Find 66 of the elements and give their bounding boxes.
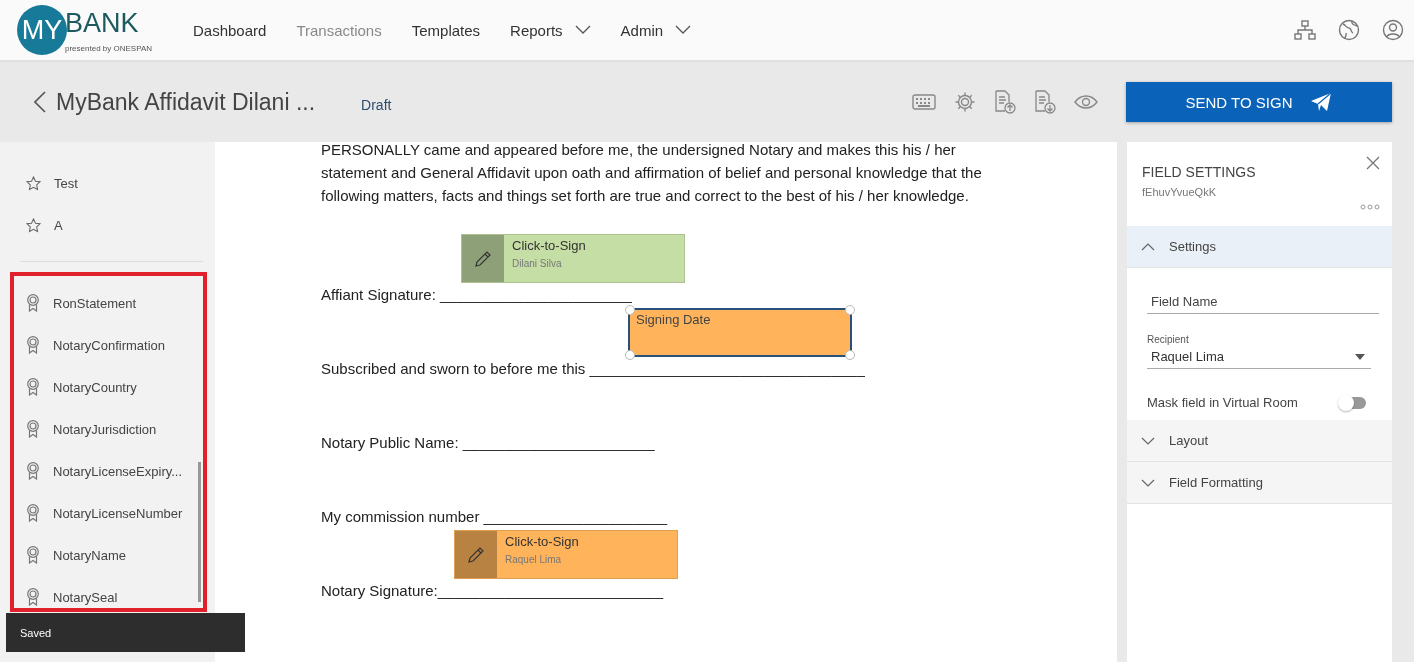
settings-icon[interactable]	[954, 91, 976, 113]
document-line: Affiant Signature: _______________________	[321, 286, 632, 303]
field-item[interactable]: NotaryCountry	[53, 379, 137, 395]
recipient-label: Recipient	[1147, 334, 1190, 345]
field-item[interactable]: NotaryLicenseNumber	[53, 505, 183, 521]
chevron-icon	[1141, 242, 1155, 251]
document-line: My commission number ______________________	[321, 508, 668, 525]
nav-link[interactable]: Dashboard	[193, 21, 267, 39]
section-header[interactable]: Field Formatting	[1127, 462, 1392, 504]
user-icon[interactable]	[1382, 19, 1404, 41]
document-paragraph: PERSONALLY came and appeared before me, the undersigned Notary and makes this his / her statement and General Affidavit upon oath and affirmation of belief and personal knowledge that the following matters, facts and things set forth are true and correct to the best of his / her knowledge.	[321, 142, 983, 206]
document-upload-icon[interactable]	[994, 90, 1016, 114]
caret-icon[interactable]	[675, 25, 692, 35]
document-line: Subscribed and sworn to before me this _________________________________	[321, 360, 865, 377]
field-item[interactable]: NotaryLicenseExpiry...	[53, 463, 183, 479]
logo: MYBANK presented by ONESPAN	[17, 4, 167, 56]
transaction-title: MyBank Affidavit Dilani ...	[56, 88, 316, 116]
close-icon[interactable]	[1366, 156, 1380, 170]
eye-icon[interactable]	[1074, 95, 1098, 109]
recipient-dropdown[interactable]: Raquel Lima	[1147, 345, 1371, 369]
document-line: Notary Public Name: _______________________	[321, 434, 655, 451]
field-item[interactable]: NotarySeal	[53, 589, 118, 605]
star-icon	[26, 175, 41, 191]
ribbon-icon	[26, 504, 40, 522]
ribbon-icon	[26, 336, 40, 354]
field-id: fEhuvYvueQkK	[1142, 186, 1217, 198]
sitemap-icon[interactable]	[1294, 20, 1316, 40]
favorite-item[interactable]: Test	[54, 175, 78, 191]
ribbon-icon	[26, 420, 40, 438]
field-item[interactable]: NotaryJurisdiction	[53, 421, 157, 437]
saved-toast: Saved	[6, 613, 245, 652]
signature-field[interactable]: Click-to-Sign Dilani Silva	[461, 234, 685, 283]
star-icon	[26, 217, 41, 233]
status-label: Draft	[361, 97, 392, 113]
document-download-icon[interactable]	[1034, 90, 1056, 114]
more-icon[interactable]	[1360, 204, 1380, 210]
date-field[interactable]: Signing Date	[628, 308, 852, 357]
nav-link[interactable]: Templates	[411, 21, 481, 39]
panel-title: FIELD SETTINGS	[1142, 164, 1256, 180]
document-line: Notary Signature:___________________________	[321, 582, 663, 599]
field-item[interactable]: RonStatement	[53, 295, 137, 311]
send-to-sign-button[interactable]: SEND TO SIGN	[1126, 82, 1392, 122]
field-item[interactable]: NotaryConfirmation	[53, 337, 165, 353]
nav-link[interactable]: Reports	[510, 21, 591, 39]
nav-link[interactable]: Transactions	[296, 21, 382, 39]
back-icon[interactable]	[34, 91, 46, 113]
mask-toggle[interactable]	[1340, 396, 1366, 409]
dropdown-arrow-icon	[1355, 353, 1365, 360]
field-item[interactable]: NotaryName	[53, 547, 126, 563]
chevron-icon	[1141, 478, 1155, 487]
ribbon-icon	[26, 588, 40, 606]
section-header[interactable]: Settings	[1127, 226, 1392, 268]
paper-plane-icon	[1310, 92, 1333, 112]
mask-label: Mask field in Virtual Room	[1147, 395, 1298, 410]
favorite-item[interactable]: A	[54, 217, 63, 233]
nav-link[interactable]: Admin	[620, 21, 692, 39]
globe-icon[interactable]	[1338, 19, 1360, 41]
ribbon-icon	[26, 294, 40, 312]
section-header[interactable]: Layout	[1127, 420, 1392, 462]
caret-icon[interactable]	[574, 25, 591, 35]
ribbon-icon	[26, 546, 40, 564]
keyboard-icon[interactable]	[912, 94, 936, 110]
ribbon-icon	[26, 378, 40, 396]
signature-field[interactable]: Click-to-Sign Raquel Lima	[454, 530, 678, 579]
chevron-icon	[1141, 436, 1155, 445]
ribbon-icon	[26, 462, 40, 480]
